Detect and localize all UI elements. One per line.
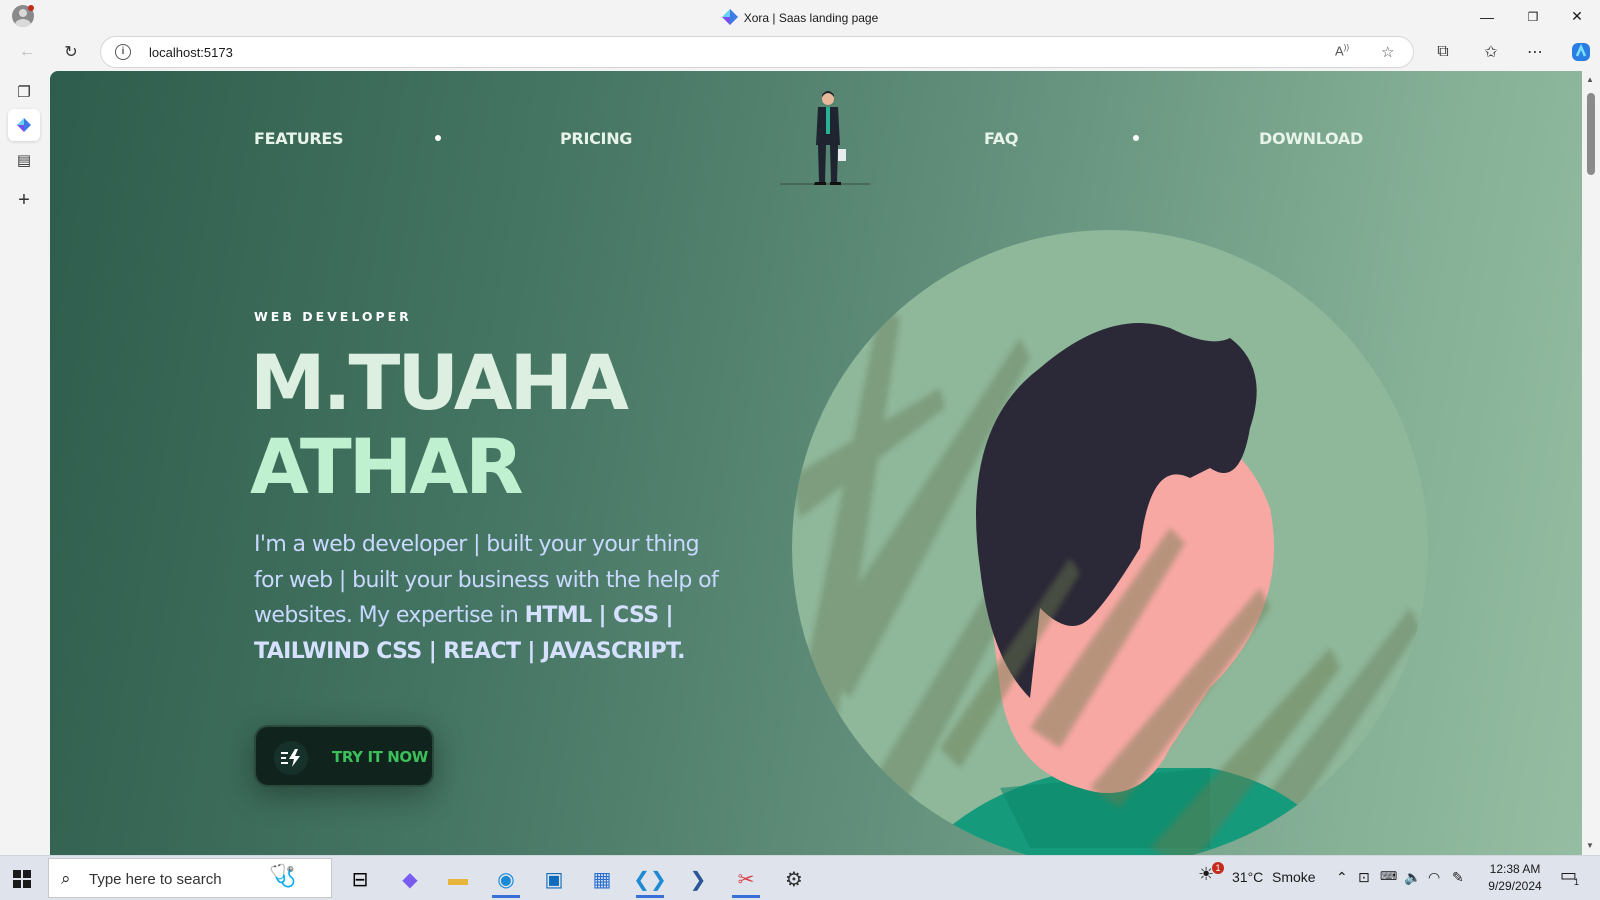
nav-link-faq[interactable]: FAQ — [984, 129, 1018, 148]
taskbar-edge[interactable]: ◉ — [486, 860, 526, 898]
back-arrow-icon: ← — [19, 43, 35, 60]
page-scrollbar[interactable]: ▲ ▼ — [1582, 71, 1600, 855]
scrollbar-thumb[interactable] — [1587, 93, 1595, 175]
nav-link-download[interactable]: DOWNLOAD — [1259, 129, 1363, 148]
store-icon: ▦ — [592, 868, 612, 891]
copilot-icon — [1572, 43, 1590, 61]
vscode-icon: ❮❯ — [633, 868, 667, 891]
gear-icon: ⚙ — [785, 868, 803, 891]
weather-badge: 1 — [1212, 862, 1224, 874]
more-button[interactable]: ⋯ — [1520, 37, 1550, 67]
hero-title: M.TUAHA ATHAR — [250, 338, 629, 511]
minimize-icon: — — [1480, 8, 1494, 25]
minimize-button[interactable]: — — [1464, 0, 1510, 33]
close-button[interactable]: ✕ — [1554, 0, 1600, 33]
search-icon: ⌕ — [61, 869, 71, 888]
outlook-icon: ▣ — [544, 868, 564, 891]
start-button[interactable] — [2, 860, 42, 898]
nav-link-pricing[interactable]: PRICING — [560, 129, 632, 148]
window-title: Xora | Saas landing page — [0, 9, 1600, 28]
task-view-button[interactable]: ⊟ — [340, 860, 380, 898]
taskbar-file-explorer[interactable]: ▬ — [438, 860, 478, 898]
address-bar[interactable]: i localhost:5173 A)) ☆ — [100, 36, 1414, 68]
back-button[interactable]: ← — [12, 37, 42, 67]
weather-temp[interactable]: 31°C — [1232, 869, 1263, 885]
nav-separator-dot — [435, 135, 441, 141]
taskbar-outlook[interactable]: ▣ — [534, 860, 574, 898]
search-placeholder: Type here to search — [89, 871, 222, 888]
hero-title-line1: M.TUAHA — [250, 338, 629, 427]
clock-date: 9/29/2024 — [1488, 879, 1542, 893]
sidebar-collections-icon[interactable]: ▤ — [8, 144, 40, 176]
copilot-button[interactable] — [1566, 37, 1596, 67]
copilot-icon: ◆ — [402, 868, 418, 891]
taskbar-snipping-tool[interactable]: ✂ — [726, 860, 766, 898]
browser-toolbar: ← ↻ i localhost:5173 A)) ☆ ⧉ ✩ ⋯ — [0, 33, 1600, 71]
xora-favicon-icon — [721, 9, 738, 28]
hero-title-line2: ATHAR — [250, 422, 524, 511]
weather-condition[interactable]: Smoke — [1272, 869, 1316, 885]
taskbar-clock[interactable]: 12:38 AM 9/29/2024 — [1480, 861, 1550, 895]
tab-actions-icon[interactable]: ❐ — [8, 76, 40, 108]
favorites-button[interactable]: ✩ — [1476, 37, 1506, 67]
clock-time: 12:38 AM — [1489, 862, 1541, 876]
windows-logo-icon — [13, 870, 31, 888]
title-bar: Xora | Saas landing page — ❐ ✕ — [0, 0, 1600, 33]
nav-link-features[interactable]: FEATURES — [254, 129, 344, 148]
try-it-now-button[interactable]: TRY IT NOW — [254, 725, 434, 787]
puzzle-icon: ⧉ — [1437, 43, 1449, 60]
page-viewport: FEATURES PRICING FAQ DOWNLOAD WEB DEVELO… — [50, 71, 1582, 855]
snipping-tool-icon: ✂ — [737, 868, 755, 891]
taskbar-store[interactable]: ▦ — [582, 860, 622, 898]
search-highlight-icon: 🩺 — [269, 863, 297, 888]
pen-icon[interactable]: ✎ — [1452, 869, 1464, 886]
refresh-button[interactable]: ↻ — [56, 37, 86, 67]
hero-eyebrow: WEB DEVELOPER — [254, 309, 412, 324]
favorites-icon: ✩ — [1484, 44, 1498, 61]
taskbar-copilot[interactable]: ◆ — [390, 860, 430, 898]
meet-icon[interactable]: ⊡ — [1358, 869, 1370, 886]
hero-portrait-illustration — [792, 230, 1428, 855]
edge-icon: ◉ — [497, 868, 515, 891]
read-aloud-icon[interactable]: A)) — [1335, 43, 1349, 58]
more-dots-icon: ⋯ — [1527, 44, 1543, 61]
chevron-up-icon[interactable]: ⌃ — [1336, 869, 1348, 886]
sidebar-tab-xora[interactable] — [8, 109, 40, 141]
windows-taskbar: ⌕ Type here to search 🩺 ⊟ ◆ ▬ ◉ ▣ ▦ ❮❯ ❯… — [0, 855, 1600, 900]
refresh-icon: ↻ — [64, 44, 78, 61]
keyboard-icon[interactable]: ⌨ — [1380, 869, 1397, 883]
xora-favicon-icon — [17, 118, 31, 132]
scroll-down-icon[interactable]: ▼ — [1586, 841, 1594, 850]
wifi-icon[interactable]: ◠ — [1428, 869, 1440, 886]
scroll-up-icon[interactable]: ▲ — [1586, 75, 1594, 84]
nav-separator-dot — [1133, 135, 1139, 141]
taskbar-powershell[interactable]: ❯ — [678, 860, 718, 898]
taskbar-settings[interactable]: ⚙ — [774, 860, 814, 898]
notification-count: 1 — [1574, 877, 1580, 887]
window-title-text: Xora | Saas landing page — [743, 11, 879, 25]
site-info-icon[interactable]: i — [115, 44, 131, 60]
powershell-icon: ❯ — [689, 868, 707, 891]
url-text[interactable]: localhost:5173 — [149, 45, 233, 60]
folder-icon: ▬ — [448, 867, 468, 890]
volume-icon[interactable]: 🔈 — [1404, 869, 1421, 886]
try-it-now-label: TRY IT NOW — [332, 748, 428, 766]
restore-icon: ❐ — [1527, 9, 1539, 24]
lightning-icon — [274, 741, 308, 775]
favorite-star-icon[interactable]: ☆ — [1381, 43, 1394, 61]
taskbar-vscode[interactable]: ❮❯ — [630, 860, 670, 898]
task-view-icon: ⊟ — [351, 868, 369, 891]
browser-sidebar: ❐ ▤ + — [0, 71, 50, 855]
restore-button[interactable]: ❐ — [1510, 0, 1556, 33]
logo-illustration[interactable] — [770, 89, 880, 194]
extensions-button[interactable]: ⧉ — [1428, 37, 1458, 67]
close-icon: ✕ — [1571, 8, 1583, 24]
taskbar-search[interactable]: ⌕ Type here to search 🩺 — [48, 858, 332, 898]
hero-description: I'm a web developer | built your your th… — [254, 527, 724, 669]
sidebar-add-icon[interactable]: + — [8, 184, 40, 216]
